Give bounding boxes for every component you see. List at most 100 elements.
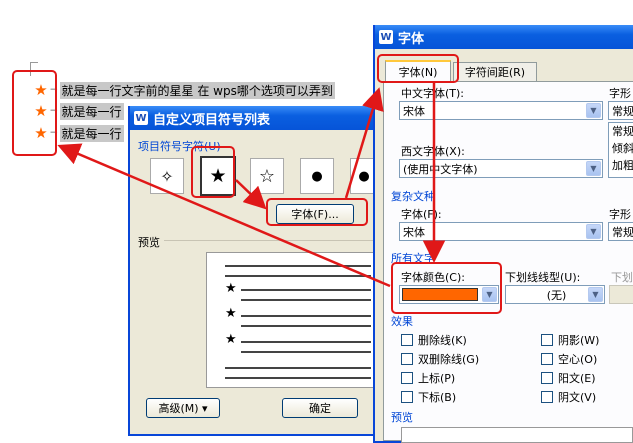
chevron-down-icon[interactable]: ▼ <box>588 287 603 302</box>
dialog-titlebar[interactable]: W 自定义项目符号列表 <box>130 106 376 130</box>
checkbox-label: 上标(P) <box>418 372 456 385</box>
tab-arrow-icon: → <box>50 85 58 95</box>
doc-line-1[interactable]: ★ → 就是每一行文字前的星星 在 wps哪个选项可以弄到 <box>32 80 335 100</box>
checkbox-label: 空心(O) <box>558 353 598 366</box>
tab-arrow-icon: → <box>50 128 58 138</box>
tab-font[interactable]: 字体(N) <box>385 60 451 82</box>
preview-line <box>225 377 371 379</box>
checkbox-label: 删除线(K) <box>418 334 467 347</box>
doc-line-text: 就是每一行文字前的星星 在 wps哪个选项可以弄到 <box>59 81 335 99</box>
shadow-checkbox[interactable]: 阴影(W) <box>541 332 599 348</box>
outline-star-icon: ☆ <box>258 165 276 187</box>
preview-box: ★ ★ ★ <box>206 252 378 388</box>
outline-sparkle-icon: ✧ <box>160 166 174 186</box>
combo-value: 常规 <box>612 225 633 239</box>
doc-line-text: 就是每一行 <box>59 102 124 120</box>
preview-star-icon: ★ <box>225 306 237 321</box>
style-option[interactable]: 倾斜 <box>612 140 633 157</box>
combo-value: 宋体 <box>403 225 425 239</box>
symbol-cell[interactable]: ● <box>300 158 334 194</box>
font-dialog: W 字体 字体(N) 字符间距(R) 中文字体(T): 宋体 ▼ 字形 常规 常… <box>373 25 633 443</box>
preview-line <box>241 289 371 291</box>
symbol-cell[interactable]: ✧ <box>150 158 184 194</box>
bullet-dot-icon: ● <box>311 168 323 184</box>
orange-star-bullet: ★ <box>34 124 48 142</box>
complex-style-label: 字形 <box>609 208 631 221</box>
checkbox-box <box>401 391 413 403</box>
chevron-down-icon[interactable]: ▼ <box>586 161 601 176</box>
chinese-font-select[interactable]: 宋体 ▼ <box>399 101 603 120</box>
emboss-checkbox[interactable]: 阳文(E) <box>541 370 596 386</box>
preview-star-icon: ★ <box>225 281 237 296</box>
dialog-title: 字体 <box>398 31 425 47</box>
checkbox-box <box>541 334 553 346</box>
doc-line-3[interactable]: ★ → 就是每一行 <box>32 123 124 143</box>
combo-value: (无) <box>546 288 567 302</box>
color-swatch <box>402 288 478 301</box>
preview-line <box>241 341 371 343</box>
style-label: 字形 <box>609 87 631 100</box>
western-font-select[interactable]: (使用中文字体) ▼ <box>399 159 603 178</box>
checkbox-label: 双删除线(G) <box>418 353 480 366</box>
checkbox-label: 下标(B) <box>418 391 457 404</box>
doc-line-2[interactable]: ★ → 就是每一行 <box>32 101 124 121</box>
advanced-button[interactable]: 高级(M) ▾ <box>146 398 220 418</box>
doc-line-text: 就是每一行 <box>59 124 124 142</box>
checkbox-box <box>401 353 413 365</box>
preview-line <box>225 367 371 369</box>
style-option[interactable]: 常规 <box>612 123 633 140</box>
combo-value: (使用中文字体) <box>403 162 478 176</box>
complex-font-select[interactable]: 宋体 ▼ <box>399 222 603 241</box>
chevron-down-icon[interactable]: ▼ <box>482 287 497 302</box>
chevron-down-icon[interactable]: ▼ <box>586 224 601 239</box>
font-color-label: 字体颜色(C): <box>401 271 465 284</box>
font-color-select[interactable]: ▼ <box>399 285 499 304</box>
underline-style-select[interactable]: (无) ▼ <box>505 285 605 304</box>
style-list[interactable]: 常规 倾斜 加粗 <box>608 122 633 178</box>
preview-line <box>241 325 371 327</box>
complex-style-input[interactable]: 常规 <box>608 222 633 241</box>
divider <box>164 240 376 241</box>
strikethrough-checkbox[interactable]: 删除线(K) <box>401 332 467 348</box>
orange-star-bullet: ★ <box>34 102 48 120</box>
outline-checkbox[interactable]: 空心(O) <box>541 351 597 367</box>
preview-line <box>241 315 371 317</box>
wps-logo-icon: W <box>379 30 393 44</box>
style-input[interactable]: 常规 <box>608 101 633 120</box>
symbol-cell[interactable]: ☆ <box>250 158 284 194</box>
all-text-group: 所有文字 <box>391 252 435 265</box>
symbol-cell-selected[interactable]: ★ <box>200 156 236 196</box>
preview-label: 预览 <box>138 236 160 249</box>
checkbox-box <box>541 353 553 365</box>
underline-color-label: 下划线 <box>611 271 633 284</box>
symbol-group-label: 项目符号字符(U) <box>138 140 221 153</box>
complex-font-label: 字体(F): <box>401 208 442 221</box>
engrave-checkbox[interactable]: 阴文(V) <box>541 389 596 405</box>
preview-line <box>225 275 371 277</box>
tab-char-spacing[interactable]: 字符间距(R) <box>453 62 537 81</box>
checkbox-box <box>541 391 553 403</box>
double-strikethrough-checkbox[interactable]: 双删除线(G) <box>401 351 479 367</box>
font-button[interactable]: 字体(F)... <box>276 204 354 224</box>
superscript-checkbox[interactable]: 上标(P) <box>401 370 455 386</box>
checkbox-box <box>401 334 413 346</box>
chinese-font-label: 中文字体(T): <box>401 87 465 100</box>
checkbox-label: 阴影(W) <box>558 334 600 347</box>
tab-arrow-icon: → <box>50 106 58 116</box>
ok-button[interactable]: 确定 <box>282 398 358 418</box>
combo-value: 常规 <box>612 104 633 118</box>
black-star-icon: ★ <box>209 165 227 187</box>
dialog-titlebar[interactable]: W 字体 <box>375 25 633 49</box>
style-option[interactable]: 加粗 <box>612 157 633 174</box>
underline-style-label: 下划线线型(U): <box>505 271 581 284</box>
subscript-checkbox[interactable]: 下标(B) <box>401 389 456 405</box>
underline-color-select <box>609 285 633 304</box>
font-preview-box <box>401 427 633 443</box>
effects-group: 效果 <box>391 315 413 328</box>
western-font-label: 西文字体(X): <box>401 145 465 158</box>
preview-group: 预览 <box>391 411 413 424</box>
custom-bullet-dialog: W 自定义项目符号列表 项目符号字符(U) ✧ ★ ☆ ● ● 字体(F)...… <box>128 106 378 436</box>
chevron-down-icon[interactable]: ▼ <box>586 103 601 118</box>
checkbox-box <box>401 372 413 384</box>
preview-line <box>225 265 371 267</box>
